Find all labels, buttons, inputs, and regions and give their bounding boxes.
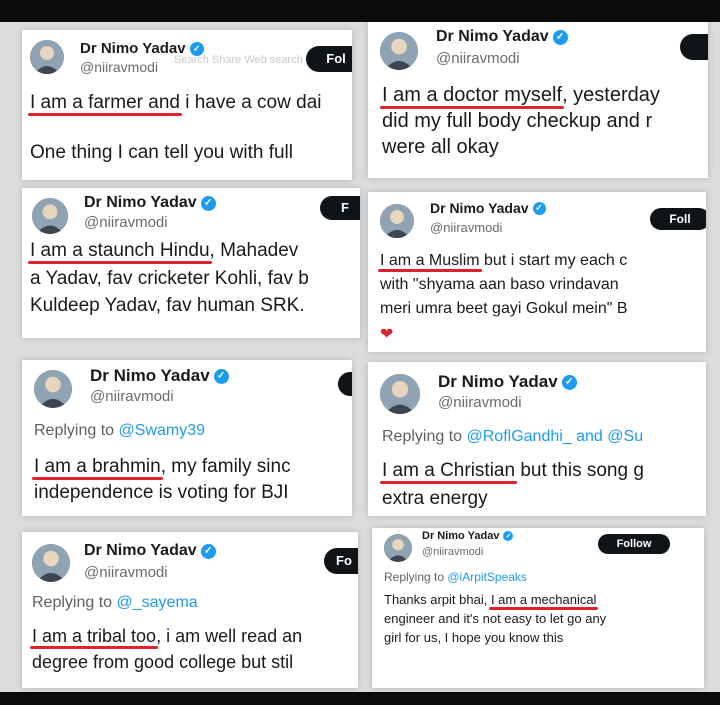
verified-badge-icon xyxy=(532,201,546,215)
verified-badge-icon xyxy=(200,543,216,559)
reply-mention-link[interactable]: @RoflGandhi_ and @Su xyxy=(467,428,644,445)
follow-button[interactable] xyxy=(338,372,352,396)
tweet-text-line-1: I am a tribal too, i am well read an xyxy=(32,626,303,646)
display-name: Dr Nimo Yadav xyxy=(90,366,229,386)
tweet-text-line-1: I am a farmer and i have a cow dai xyxy=(30,92,322,113)
reply-mention-link[interactable]: @Swamy39 xyxy=(119,422,206,439)
profile-photo-icon xyxy=(34,370,72,408)
reply-context: Replying to @Swamy39 xyxy=(34,422,206,439)
verified-badge-icon xyxy=(200,195,216,211)
tweet-text-line-1: I am a doctor myself, yesterday xyxy=(382,84,660,106)
profile-photo-icon xyxy=(384,534,412,562)
tweet-card-tribal[interactable]: Dr Nimo Yadav @niiravmodi Fo Replying to… xyxy=(22,532,358,688)
identity-claim-highlight: I am a Christian xyxy=(382,460,516,481)
tweet-text-line-2: degree from good college but stil xyxy=(32,652,294,672)
handle: @niiravmodi xyxy=(84,564,168,581)
follow-button[interactable]: Follow xyxy=(598,534,670,554)
reply-context: Replying to @_sayema xyxy=(32,594,198,611)
follow-button[interactable]: Foll xyxy=(650,208,706,230)
profile-photo-icon xyxy=(32,544,70,582)
reply-mention-link[interactable]: @iArpitSpeaks xyxy=(447,570,527,584)
avatar[interactable] xyxy=(380,374,420,414)
verified-badge-icon xyxy=(213,368,229,384)
display-name: Dr Nimo Yadav xyxy=(436,28,568,46)
tweet-text-line-1: I am a Christian but this song g xyxy=(382,460,644,481)
tweet-card-mechanical[interactable]: Dr Nimo Yadav @niiravmodi Follow Replyin… xyxy=(372,528,704,688)
verified-badge-icon xyxy=(561,374,577,390)
tweet-text-line-2: did my full body checkup and r xyxy=(382,110,653,132)
profile-photo-icon xyxy=(380,204,414,238)
display-name: Dr Nimo Yadav xyxy=(430,200,546,216)
identity-claim-highlight: I am a staunch Hindu xyxy=(30,240,210,261)
tweet-card-doctor[interactable]: Dr Nimo Yadav @niiravmodi I am a doctor … xyxy=(368,22,708,178)
tweet-text-line-1: Thanks arpit bhai, I am a mechanical xyxy=(384,592,597,607)
avatar[interactable] xyxy=(30,40,64,74)
handle: @niiravmodi xyxy=(90,388,174,405)
avatar[interactable] xyxy=(32,544,70,582)
identity-claim-highlight: I am a doctor myself xyxy=(382,84,563,106)
follow-button[interactable]: Fo xyxy=(324,548,358,574)
tweet-text-line-2: a Yadav, fav cricketer Kohli, fav b xyxy=(30,268,309,289)
verified-badge-icon xyxy=(552,29,568,45)
tweet-card-brahmin[interactable]: Dr Nimo Yadav @niiravmodi Replying to @S… xyxy=(22,360,352,516)
faint-header-text: Search Share Web search xyxy=(174,54,303,66)
tweet-text-line-2: engineer and it's not easy to let go any xyxy=(384,611,607,626)
tweet-text-line-3: girl for us, I hope you know this xyxy=(384,630,564,645)
reply-context: Replying to @iArpitSpeaks xyxy=(384,570,527,584)
follow-button[interactable] xyxy=(680,34,708,60)
display-name: Dr Nimo Yadav xyxy=(84,542,216,560)
display-name: Dr Nimo Yadav xyxy=(84,194,216,212)
tweet-card-hindu[interactable]: Dr Nimo Yadav @niiravmodi F I am a staun… xyxy=(22,188,360,338)
profile-photo-icon xyxy=(32,198,68,234)
tweet-card-muslim[interactable]: Dr Nimo Yadav @niiravmodi Foll I am a Mu… xyxy=(368,192,706,352)
display-name: Dr Nimo Yadav xyxy=(438,372,577,392)
follow-button[interactable]: F xyxy=(320,196,360,220)
tweet-text-line-1: I am a brahmin, my family sinc xyxy=(34,456,291,477)
avatar[interactable] xyxy=(34,370,72,408)
tweet-card-farmer[interactable]: Dr Nimo Yadav @niiravmodi Search Share W… xyxy=(22,30,352,180)
identity-claim-highlight: I am a tribal too xyxy=(32,626,157,646)
avatar[interactable] xyxy=(384,534,412,562)
tweet-text-line-3: meri umra beet gayi Gokul mein" B xyxy=(380,300,628,317)
handle: @niiravmodi xyxy=(430,220,503,235)
tweet-text-line-2: with "shyama aan baso vrindavan xyxy=(380,276,619,293)
tweet-text-line-3: were all okay xyxy=(382,136,499,158)
avatar[interactable] xyxy=(380,32,418,70)
heart-icon: ❤ xyxy=(380,326,394,343)
display-name: Dr Nimo Yadav xyxy=(422,530,514,542)
tweet-text-line-1: I am a Muslim but i start my each c xyxy=(380,252,628,269)
profile-photo-icon xyxy=(380,374,420,414)
profile-photo-icon xyxy=(380,32,418,70)
reply-context: Replying to @RoflGandhi_ and @Su xyxy=(382,428,644,445)
follow-button[interactable]: Fol xyxy=(306,46,352,72)
tweet-text-line-3: Kuldeep Yadav, fav human SRK. xyxy=(30,295,305,316)
handle: @niiravmodi xyxy=(84,214,168,231)
verified-badge-icon xyxy=(503,531,514,541)
handle: @niiravmodi xyxy=(438,394,522,411)
top-black-border xyxy=(0,0,720,22)
tweet-text-line-2: independence is voting for BJI xyxy=(34,482,289,503)
handle: @niiravmodi xyxy=(422,546,484,558)
identity-claim-highlight: I am a brahmin xyxy=(34,456,161,477)
tweet-text-line-1: I am a staunch Hindu, Mahadev xyxy=(30,240,299,261)
bottom-black-border xyxy=(0,692,720,705)
handle: @niiravmodi xyxy=(80,59,159,75)
reply-mention-link[interactable]: @_sayema xyxy=(117,594,198,611)
tweet-text-line-2: One thing I can tell you with full xyxy=(30,142,293,163)
identity-claim-highlight: I am a Muslim xyxy=(380,252,480,269)
avatar[interactable] xyxy=(32,198,68,234)
tweet-text-line-2: extra energy xyxy=(382,488,488,509)
handle: @niiravmodi xyxy=(436,50,520,67)
avatar[interactable] xyxy=(380,204,414,238)
profile-photo-icon xyxy=(30,40,64,74)
tweet-card-christian[interactable]: Dr Nimo Yadav @niiravmodi Replying to @R… xyxy=(368,362,706,516)
identity-claim-highlight: I am a farmer and xyxy=(30,92,180,113)
identity-claim-highlight: I am a mechanical xyxy=(490,592,597,607)
